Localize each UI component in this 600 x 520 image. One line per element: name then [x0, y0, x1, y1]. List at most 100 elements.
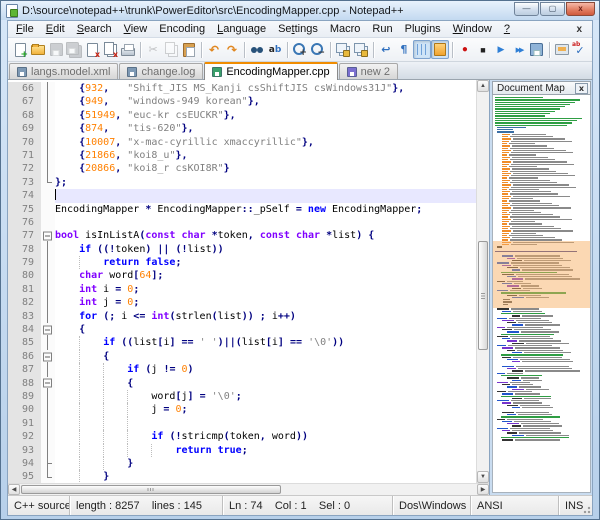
open-file-button[interactable] [29, 40, 47, 59]
code-line[interactable]: { [55, 323, 476, 336]
close-all-button[interactable] [101, 40, 119, 59]
fold-margin[interactable] [41, 350, 55, 363]
print-button[interactable] [119, 40, 137, 59]
line-number[interactable]: 91 [8, 417, 41, 430]
menu-item-run[interactable]: Run [366, 22, 398, 36]
editor-line[interactable]: 74 [8, 189, 476, 202]
code-line[interactable]: if ((!token) || (!list)) [55, 243, 476, 256]
line-number[interactable]: 70 [8, 136, 41, 149]
editor-line[interactable]: 72{20866, "koi8_r csKOI8R"} [8, 162, 476, 175]
code-line[interactable]: { [55, 377, 476, 390]
editor-line[interactable]: 87if (j != 0) [8, 363, 476, 376]
spell-check-button[interactable] [571, 40, 589, 59]
menu-item-window[interactable]: Window [447, 22, 498, 36]
fold-margin[interactable] [41, 377, 55, 390]
scroll-up-arrow[interactable]: ▲ [477, 80, 489, 92]
scroll-down-arrow[interactable]: ▼ [477, 471, 489, 483]
document-map-close-button[interactable]: x [575, 83, 588, 94]
code-line[interactable]: {932, "Shift_JIS MS_Kanji csShiftJIS csW… [55, 82, 476, 95]
vertical-scroll-thumb[interactable] [478, 241, 488, 350]
editor-line[interactable]: 81int i = 0; [8, 283, 476, 296]
close-file-button[interactable] [83, 40, 101, 59]
code-line[interactable]: }; [55, 176, 476, 189]
undo-button[interactable] [205, 40, 223, 59]
code-line[interactable]: {51949, "euc-kr csEUCKR"}, [55, 109, 476, 122]
editor-line[interactable]: 70{10007, "x-mac-cyrillic xmaccyrillic"}… [8, 136, 476, 149]
line-number[interactable]: 78 [8, 243, 41, 256]
minimize-button[interactable]: — [514, 2, 539, 16]
code-line[interactable]: word[j] = '\0'; [55, 390, 476, 403]
macro-run-multiple-button[interactable] [510, 40, 528, 59]
menu-item-language[interactable]: Language [211, 22, 272, 36]
paste-button[interactable] [180, 40, 198, 59]
menu-item-view[interactable]: View [118, 22, 154, 36]
document-map-body[interactable] [492, 95, 591, 493]
line-number[interactable]: 72 [8, 162, 41, 175]
horizontal-scroll-thumb[interactable] [21, 485, 281, 494]
macro-save-button[interactable] [528, 40, 546, 59]
code-line[interactable]: return false; [55, 256, 476, 269]
menu-item-plugins[interactable]: Plugins [399, 22, 447, 36]
editor-line[interactable]: 85if ((list[i] == ' ')||(list[i] == '\0'… [8, 336, 476, 349]
line-number[interactable]: 90 [8, 403, 41, 416]
code-line[interactable]: { [55, 350, 476, 363]
editor-line[interactable]: 86{ [8, 350, 476, 363]
line-number[interactable]: 69 [8, 122, 41, 135]
editor-line[interactable]: 79return false; [8, 256, 476, 269]
editor-line[interactable]: 66 {932, "Shift_JIS MS_Kanji csShiftJIS c… [8, 82, 476, 95]
zoom-out-button[interactable] [309, 40, 327, 59]
editor-line[interactable]: 69{874, "tis-620"}, [8, 122, 476, 135]
code-line[interactable]: for (; i <= int(strlen(list)) ; i++) [55, 310, 476, 323]
line-number[interactable]: 71 [8, 149, 41, 162]
editor-line[interactable]: 73}; [8, 176, 476, 189]
line-number[interactable]: 77 [8, 229, 41, 242]
code-line[interactable] [55, 216, 476, 229]
menu-item-file[interactable]: File [10, 22, 40, 36]
editor-line[interactable]: 84 { [8, 323, 476, 336]
code-line[interactable]: {949, "windows-949 korean"}, [55, 95, 476, 108]
menu-item-edit[interactable]: Edit [40, 22, 71, 36]
code-editor[interactable]: 66 {932, "Shift_JIS MS_Kanji csShiftJIS c… [8, 80, 476, 483]
code-line[interactable]: if (j != 0) [55, 363, 476, 376]
save-file-button[interactable] [47, 40, 65, 59]
menu-item-settings[interactable]: Settings [272, 22, 324, 36]
editor-line[interactable]: 94} [8, 457, 476, 470]
scroll-right-arrow[interactable]: ▶ [477, 484, 489, 495]
line-number[interactable]: 93 [8, 444, 41, 457]
tab-new-2[interactable]: new 2 [339, 63, 398, 79]
close-button[interactable]: x [566, 2, 595, 16]
show-indent-guide-button[interactable] [413, 40, 431, 59]
line-number[interactable]: 83 [8, 310, 41, 323]
line-number[interactable]: 73 [8, 176, 41, 189]
line-number[interactable]: 76 [8, 216, 41, 229]
line-number[interactable]: 85 [8, 336, 41, 349]
code-line[interactable]: char word[64]; [55, 269, 476, 282]
editor-line[interactable]: 89 word[j] = '\0'; [8, 390, 476, 403]
editor-line[interactable]: 80char word[64]; [8, 269, 476, 282]
editor-line[interactable]: 88{ [8, 377, 476, 390]
editor-line[interactable]: 91 [8, 417, 476, 430]
code-line[interactable]: } [55, 470, 476, 483]
zoom-in-button[interactable] [291, 40, 309, 59]
sync-horizontal-button[interactable] [352, 40, 370, 59]
menu-item-search[interactable]: Search [71, 22, 118, 36]
line-number[interactable]: 75 [8, 203, 41, 216]
code-line[interactable] [55, 189, 476, 202]
tab-change-log[interactable]: change.log [119, 63, 203, 79]
macro-record-button[interactable] [456, 40, 474, 59]
show-all-characters-button[interactable] [395, 40, 413, 59]
document-map-toggle-button[interactable] [431, 40, 449, 59]
line-number[interactable]: 66 [8, 82, 41, 95]
redo-button[interactable] [223, 40, 241, 59]
word-wrap-button[interactable] [377, 40, 395, 59]
line-number[interactable]: 82 [8, 296, 41, 309]
editor-line[interactable]: 75EncodingMapper * EncodingMapper::_pSel… [8, 203, 476, 216]
code-line[interactable]: return true; [55, 444, 476, 457]
menu-item-macro[interactable]: Macro [324, 22, 367, 36]
line-number[interactable]: 95 [8, 470, 41, 483]
editor-line[interactable]: 90j = 0; [8, 403, 476, 416]
horizontal-scrollbar[interactable]: ◀ ▶ [8, 483, 489, 495]
tab-langs-model-xml[interactable]: langs.model.xml [9, 63, 118, 79]
line-number[interactable]: 89 [8, 390, 41, 403]
line-number[interactable]: 84 [8, 323, 41, 336]
